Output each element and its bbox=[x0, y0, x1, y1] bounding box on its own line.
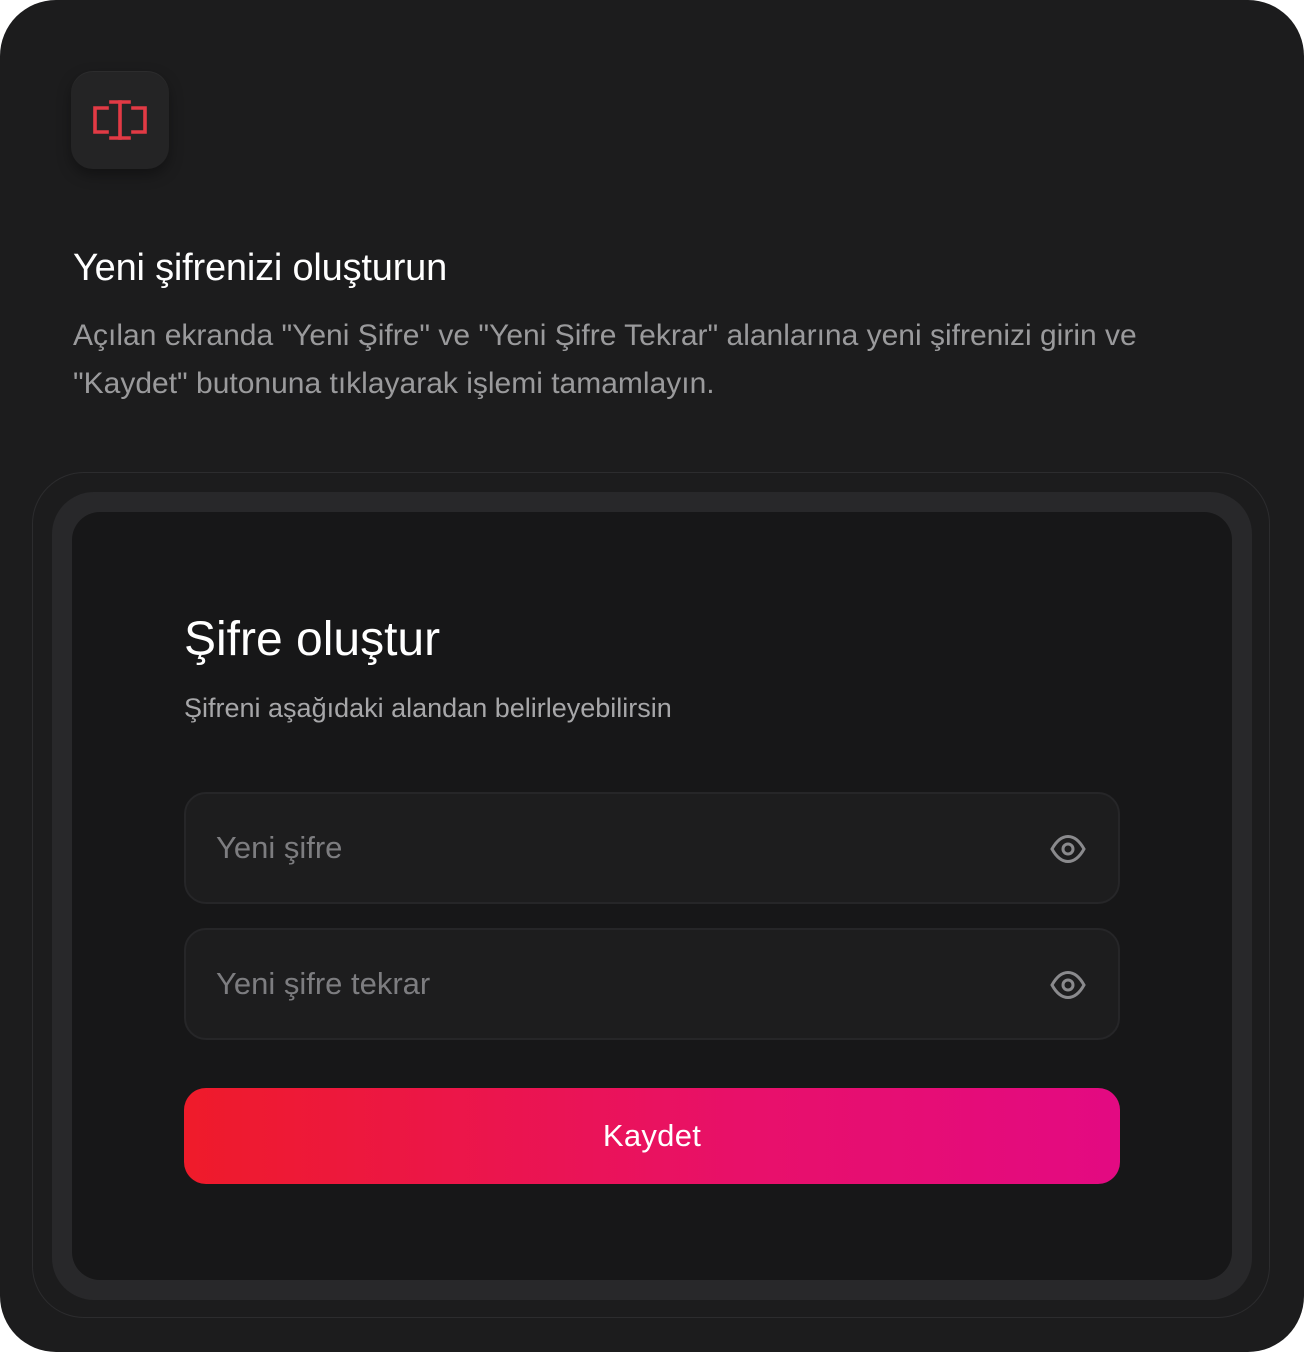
text-cursor-icon bbox=[93, 100, 147, 140]
new-password-repeat-input[interactable] bbox=[216, 930, 1016, 1038]
page-title: Yeni şifrenizi oluşturun bbox=[73, 247, 448, 289]
new-password-field bbox=[184, 792, 1120, 904]
new-password-input[interactable] bbox=[216, 794, 1016, 902]
save-button[interactable]: Kaydet bbox=[184, 1088, 1120, 1184]
instruction-card: Yeni şifrenizi oluşturun Açılan ekranda … bbox=[0, 0, 1304, 1352]
app-logo bbox=[71, 71, 169, 169]
form-subtitle: Şifreni aşağıdaki alandan belirleyebilir… bbox=[184, 693, 672, 723]
page-description: Açılan ekranda "Yeni Şifre" ve "Yeni Şif… bbox=[73, 319, 1137, 400]
new-password-repeat-field bbox=[184, 928, 1120, 1040]
eye-icon[interactable] bbox=[1050, 831, 1086, 867]
form-title: Şifre oluştur bbox=[184, 613, 441, 666]
eye-icon[interactable] bbox=[1050, 967, 1086, 1003]
